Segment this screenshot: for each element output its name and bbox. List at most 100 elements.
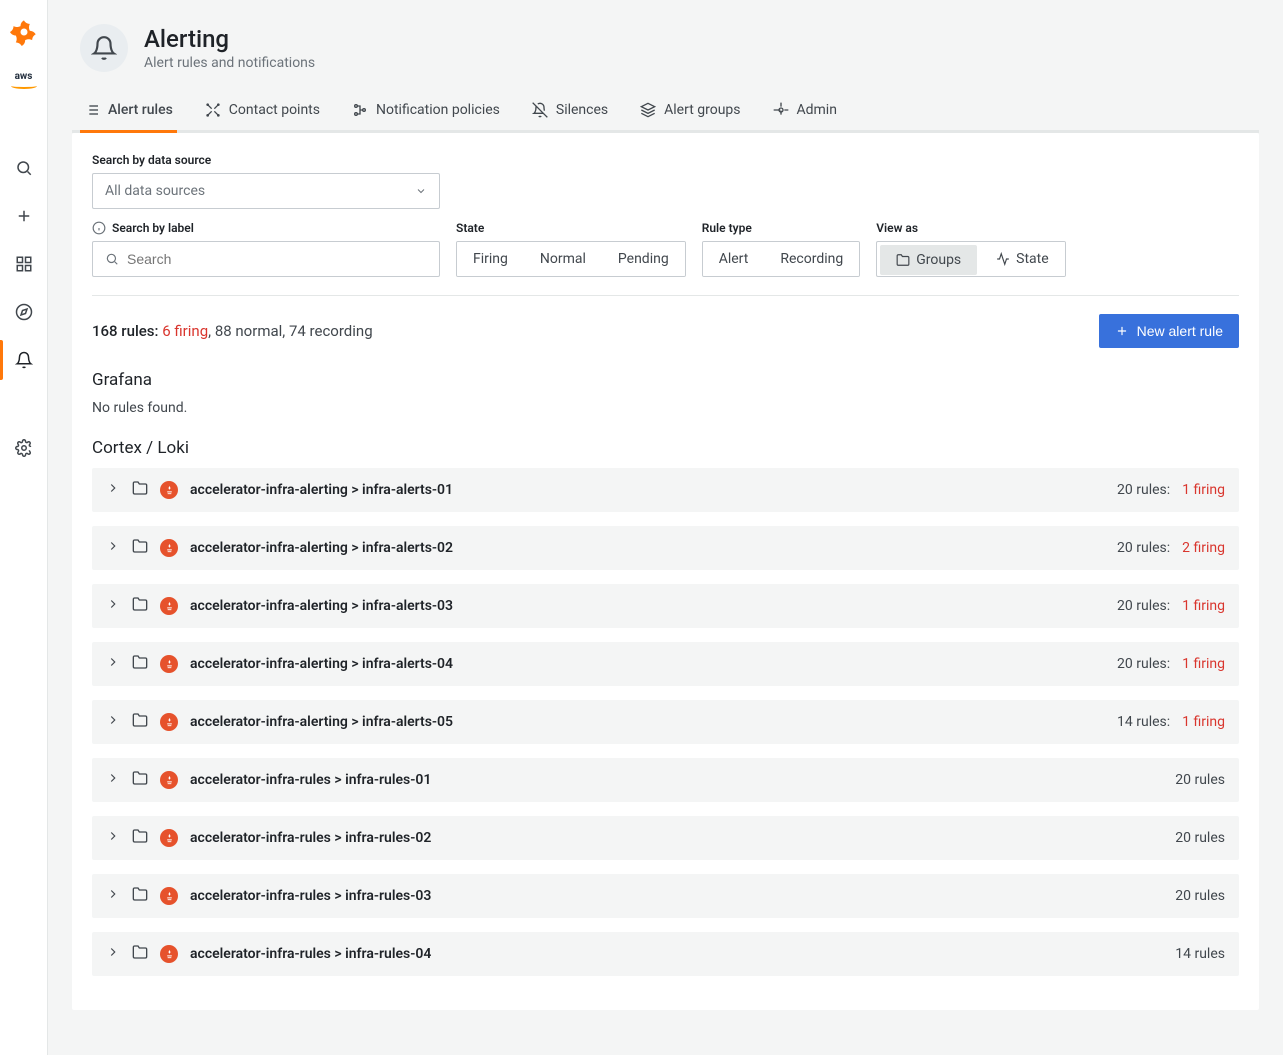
grafana-logo-icon [10, 18, 38, 46]
ruletype-toggle: AlertRecording [702, 241, 861, 277]
tab-alert-groups[interactable]: Alert groups [636, 92, 744, 133]
rule-count: 20 rules [1175, 772, 1225, 788]
tab-admin[interactable]: Admin [769, 92, 841, 133]
dashboard-icon [15, 255, 33, 273]
viewas-option-groups[interactable]: Groups [880, 245, 977, 275]
prometheus-icon [160, 655, 178, 673]
chevron-right-icon[interactable] [106, 539, 120, 557]
search-label: Search by label [92, 221, 440, 235]
search-input-wrap[interactable] [92, 241, 440, 277]
chevron-right-icon[interactable] [106, 829, 120, 847]
page-header: Alerting Alert rules and notifications [48, 0, 1283, 72]
state-option-firing[interactable]: Firing [457, 242, 524, 276]
rule-group[interactable]: accelerator-infra-alerting > infra-alert… [92, 642, 1239, 686]
tab-silences[interactable]: Silences [528, 92, 612, 133]
tabs: Alert rules Contact points Notification po… [72, 92, 1259, 133]
rule-group[interactable]: accelerator-infra-alerting > infra-alert… [92, 700, 1239, 744]
rules-summary: 168 rules: 6 firing, 88 normal, 74 recor… [92, 322, 373, 340]
section-title: Cortex / Loki [92, 438, 1239, 458]
tab-label: Notification policies [376, 102, 500, 118]
chevron-right-icon[interactable] [106, 887, 120, 905]
sidebar-dashboards[interactable] [4, 244, 44, 284]
firing-count: 1 firing [1182, 656, 1225, 672]
sidebar-aws[interactable]: aws [4, 60, 44, 100]
new-alert-rule-button[interactable]: New alert rule [1099, 314, 1239, 348]
group-name: accelerator-infra-rules > infra-rules-01 [190, 772, 431, 788]
chevron-right-icon[interactable] [106, 597, 120, 615]
gear-icon [15, 439, 33, 457]
plus-icon [15, 207, 33, 225]
content: Search by data source All data sources S… [72, 133, 1259, 1010]
rule-group[interactable]: accelerator-infra-rules > infra-rules-03… [92, 874, 1239, 918]
empty-text: No rules found. [92, 400, 1239, 416]
group-name: accelerator-infra-alerting > infra-alert… [190, 540, 453, 556]
folder-icon [132, 654, 148, 674]
rule-count: 20 rules [1175, 888, 1225, 904]
rule-count: 20 rules: [1117, 540, 1170, 556]
main: Alerting Alert rules and notifications A… [48, 0, 1283, 1055]
sidebar-explore[interactable] [4, 292, 44, 332]
rule-group[interactable]: accelerator-infra-alerting > infra-alert… [92, 526, 1239, 570]
divider [92, 295, 1239, 296]
datasource-label: Search by data source [92, 153, 440, 167]
state-option-pending[interactable]: Pending [602, 242, 685, 276]
state-option-normal[interactable]: Normal [524, 242, 602, 276]
chevron-right-icon[interactable] [106, 481, 120, 499]
group-name: accelerator-infra-alerting > infra-alert… [190, 714, 453, 730]
ruletype-label: Rule type [702, 221, 861, 235]
rule-count: 14 rules [1175, 946, 1225, 962]
page-subtitle: Alert rules and notifications [144, 55, 315, 71]
chevron-down-icon [415, 185, 427, 197]
search-input[interactable] [127, 251, 427, 267]
sidebar: aws [0, 0, 48, 1055]
datasource-value: All data sources [105, 183, 205, 199]
prometheus-icon [160, 481, 178, 499]
chevron-right-icon[interactable] [106, 655, 120, 673]
tab-label: Admin [797, 102, 837, 118]
firing-count: 2 firing [1182, 540, 1225, 556]
chevron-right-icon[interactable] [106, 945, 120, 963]
prometheus-icon [160, 829, 178, 847]
folder-icon [132, 886, 148, 906]
aws-icon: aws [11, 72, 37, 89]
ruletype-option-alert[interactable]: Alert [703, 242, 765, 276]
bell-icon [15, 351, 33, 369]
folder-icon [132, 538, 148, 558]
tab-alert-rules[interactable]: Alert rules [80, 92, 177, 133]
rule-group[interactable]: accelerator-infra-rules > infra-rules-02… [92, 816, 1239, 860]
firing-count: 1 firing [1182, 482, 1225, 498]
folder-icon [132, 712, 148, 732]
state-toggle: FiringNormalPending [456, 241, 686, 277]
folder-icon [132, 596, 148, 616]
datasource-select[interactable]: All data sources [92, 173, 440, 209]
ruletype-option-recording[interactable]: Recording [764, 242, 859, 276]
tab-contact-points[interactable]: Contact points [201, 92, 324, 133]
prometheus-icon [160, 887, 178, 905]
sidebar-alerting[interactable] [4, 340, 44, 380]
tab-notification-policies[interactable]: Notification policies [348, 92, 504, 133]
folder-icon [132, 944, 148, 964]
search-icon [15, 159, 33, 177]
sidebar-settings[interactable] [4, 428, 44, 468]
chevron-right-icon[interactable] [106, 713, 120, 731]
rule-group[interactable]: accelerator-infra-alerting > infra-alert… [92, 468, 1239, 512]
sidebar-search[interactable] [4, 148, 44, 188]
chevron-right-icon[interactable] [106, 771, 120, 789]
rule-group[interactable]: accelerator-infra-rules > infra-rules-04… [92, 932, 1239, 976]
page-icon-wrap [80, 24, 128, 72]
rule-group[interactable]: accelerator-infra-rules > infra-rules-01… [92, 758, 1239, 802]
group-name: accelerator-infra-rules > infra-rules-04 [190, 946, 431, 962]
prometheus-icon [160, 945, 178, 963]
group-name: accelerator-infra-rules > infra-rules-02 [190, 830, 431, 846]
bell-icon [91, 35, 117, 61]
info-icon [92, 221, 106, 235]
folder-icon [132, 480, 148, 500]
page-title: Alerting [144, 25, 315, 53]
viewas-option-state[interactable]: State [980, 242, 1065, 276]
prometheus-icon [160, 713, 178, 731]
prometheus-icon [160, 597, 178, 615]
firing-count: 1 firing [1182, 714, 1225, 730]
sidebar-create[interactable] [4, 196, 44, 236]
sidebar-logo[interactable] [4, 12, 44, 52]
rule-group[interactable]: accelerator-infra-alerting > infra-alert… [92, 584, 1239, 628]
